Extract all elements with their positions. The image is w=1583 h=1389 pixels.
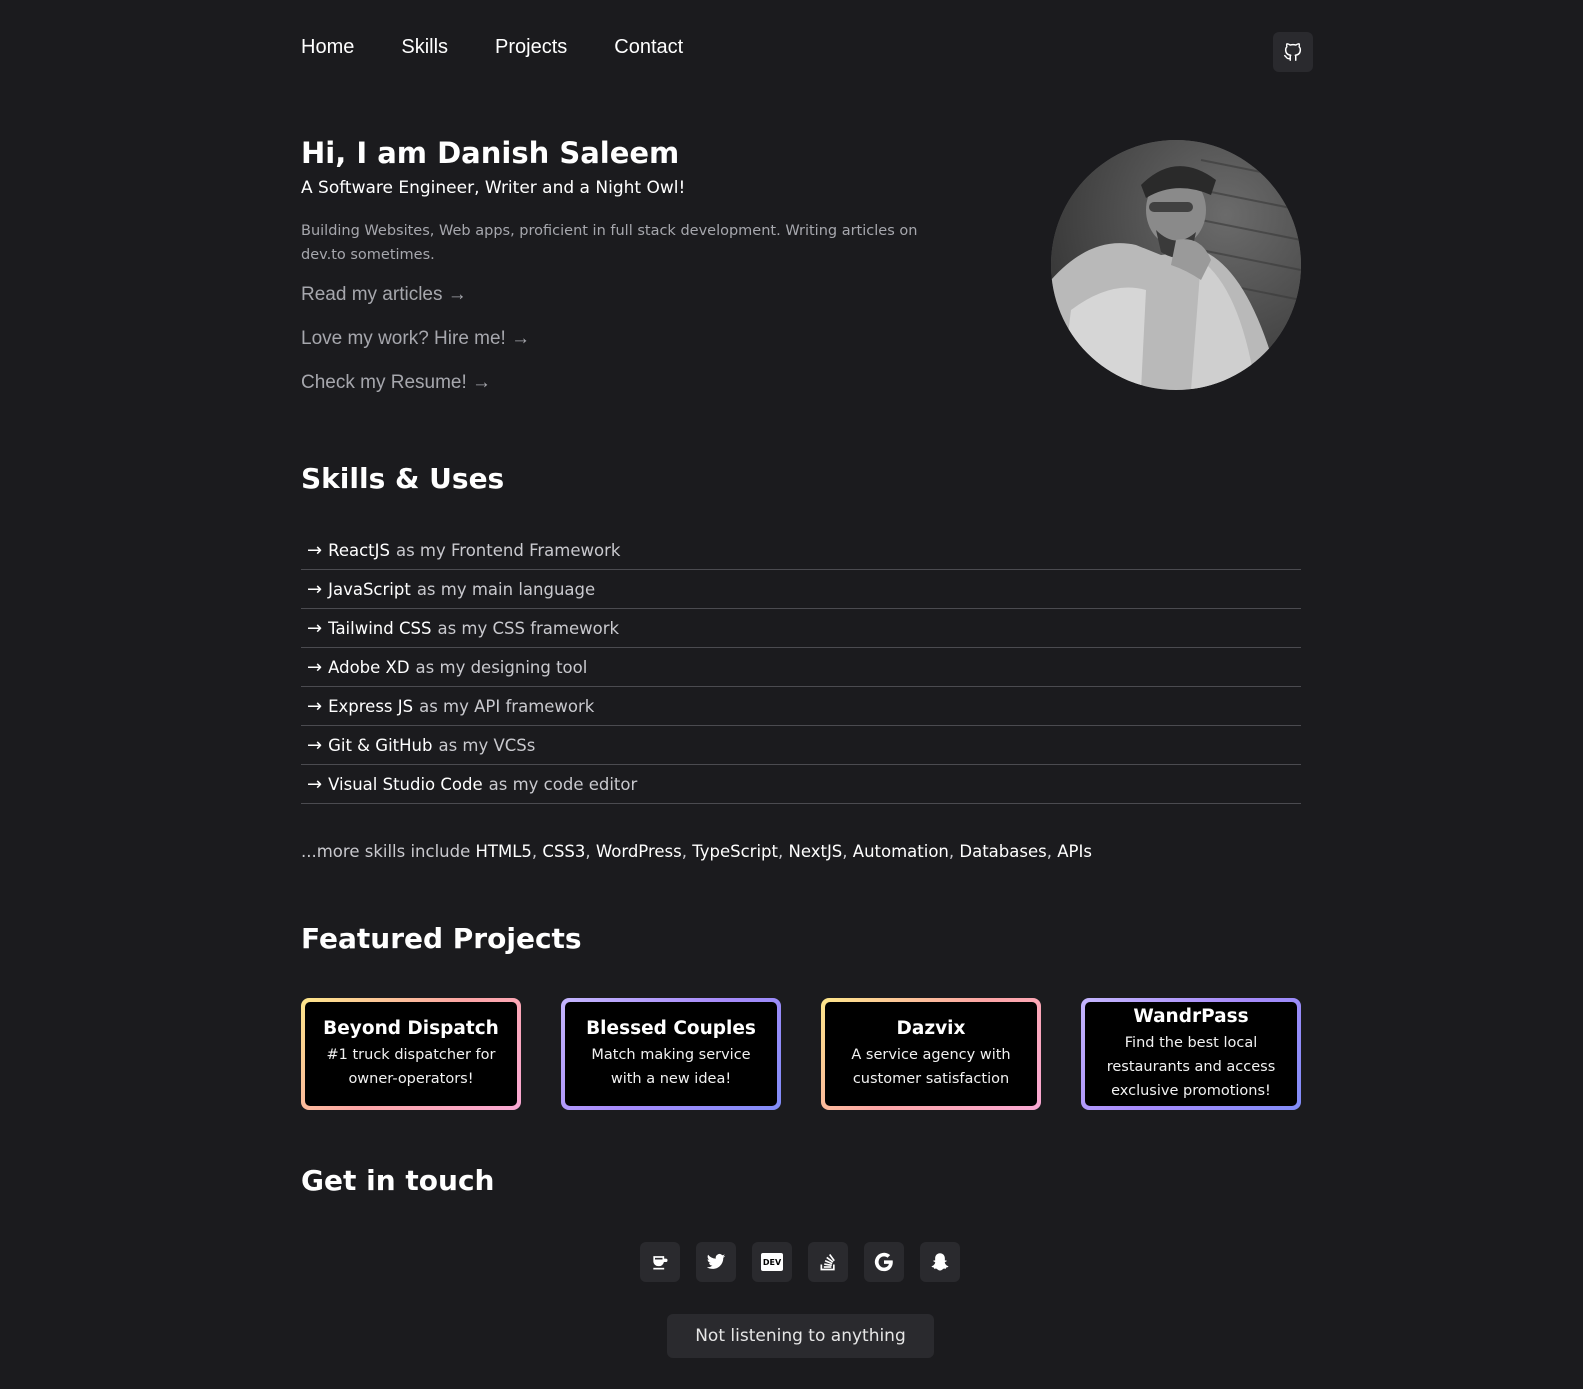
- skill-item: → Git & GitHub as my VCSs: [301, 726, 1301, 765]
- project-title: Blessed Couples: [586, 1017, 756, 1039]
- skill-name: Adobe XD: [328, 657, 410, 677]
- more-skills-prefix: ...more skills include: [301, 842, 471, 861]
- arrow-right-icon: →: [307, 695, 323, 717]
- skill-usage: as my Frontend Framework: [395, 540, 621, 560]
- project-title: Beyond Dispatch: [323, 1017, 499, 1039]
- more-skills: ...more skills include HTML5, CSS3, Word…: [301, 842, 1092, 861]
- google-icon: [874, 1252, 893, 1272]
- projects-heading: Featured Projects: [301, 922, 582, 955]
- coffee-icon: [653, 1256, 668, 1270]
- project-description: Match making service with a new idea!: [591, 1046, 751, 1087]
- social-links: DEV: [640, 1242, 960, 1282]
- project-title: WandrPass: [1133, 1005, 1249, 1027]
- github-button[interactable]: [1273, 32, 1313, 72]
- more-skill: TypeScript: [692, 842, 778, 861]
- project-card-blessed-couples[interactable]: Blessed Couples Match making service wit…: [561, 998, 781, 1110]
- skill-usage: as my API framework: [419, 696, 595, 716]
- skill-name: Git & GitHub: [328, 735, 433, 755]
- skills-list: → ReactJS as my Frontend Framework → JavaSc…: [301, 531, 1301, 804]
- more-skill: APIs: [1057, 842, 1092, 861]
- stackoverflow-link[interactable]: [808, 1242, 848, 1282]
- stackoverflow-icon: [820, 1254, 835, 1271]
- more-skill: CSS3: [542, 842, 586, 861]
- skill-usage: as my CSS framework: [437, 618, 620, 638]
- more-skill: WordPress: [595, 842, 682, 861]
- project-cards: Beyond Dispatch #1 truck dispatcher for …: [301, 998, 1301, 1110]
- dev-icon: DEV: [761, 1253, 783, 1271]
- arrow-right-icon: →: [307, 539, 323, 561]
- spotify-status-text: Not listening to anything: [695, 1326, 906, 1346]
- twitter-link[interactable]: [696, 1242, 736, 1282]
- more-skill: Automation: [852, 842, 949, 861]
- more-skill: Databases: [959, 842, 1047, 861]
- skill-name: Visual Studio Code: [328, 774, 483, 794]
- read-articles-link[interactable]: Read my articles →: [301, 284, 467, 306]
- skill-item: → ReactJS as my Frontend Framework: [301, 531, 1301, 570]
- hire-me-link[interactable]: Love my work? Hire me! →: [301, 328, 530, 350]
- skill-name: Tailwind CSS: [328, 618, 432, 638]
- arrow-right-icon: →: [307, 578, 323, 600]
- top-nav: Home Skills Projects Contact: [301, 36, 730, 59]
- hero-title: Hi, I am Danish Saleem: [301, 136, 680, 170]
- project-title: Dazvix: [896, 1017, 966, 1039]
- nav-contact[interactable]: Contact: [614, 36, 683, 59]
- hero-description: Building Websites, Web apps, proficient …: [301, 223, 918, 263]
- coffee-link[interactable]: [640, 1242, 680, 1282]
- project-card-dazvix[interactable]: Dazvix A service agency with customer sa…: [821, 998, 1041, 1110]
- snapchat-icon: [931, 1253, 949, 1271]
- skill-item: → Adobe XD as my designing tool: [301, 648, 1301, 687]
- skill-name: ReactJS: [328, 540, 390, 560]
- spotify-status: Not listening to anything: [667, 1314, 934, 1358]
- arrow-right-icon: →: [307, 734, 323, 756]
- dev-link[interactable]: DEV: [752, 1242, 792, 1282]
- project-card-beyond-dispatch[interactable]: Beyond Dispatch #1 truck dispatcher for …: [301, 998, 521, 1110]
- skill-item: → Express JS as my API framework: [301, 687, 1301, 726]
- nav-projects[interactable]: Projects: [495, 36, 567, 59]
- page: Home Skills Projects Contact Hi, I am Da…: [0, 0, 1583, 1389]
- project-description: Find the best local restaurants and acce…: [1106, 1034, 1276, 1099]
- github-icon: [1284, 43, 1302, 61]
- snapchat-link[interactable]: [920, 1242, 960, 1282]
- nav-home[interactable]: Home: [301, 36, 354, 59]
- project-description: #1 truck dispatcher for owner-operators!: [326, 1046, 496, 1087]
- skill-usage: as my VCSs: [438, 735, 536, 755]
- avatar: [1051, 140, 1301, 390]
- more-skill: NextJS: [788, 842, 843, 861]
- skill-usage: as my code editor: [488, 774, 638, 794]
- google-link[interactable]: [864, 1242, 904, 1282]
- skill-usage: as my designing tool: [415, 657, 588, 677]
- arrow-right-icon: →: [307, 617, 323, 639]
- skill-item: → Tailwind CSS as my CSS framework: [301, 609, 1301, 648]
- project-card-wandrpass[interactable]: WandrPass Find the best local restaurant…: [1081, 998, 1301, 1110]
- skill-item: → Visual Studio Code as my code editor: [301, 765, 1301, 804]
- hero-subtitle: A Software Engineer, Writer and a Night …: [301, 178, 686, 198]
- skill-name: Express JS: [328, 696, 414, 716]
- skill-usage: as my main language: [416, 579, 596, 599]
- arrow-right-icon: →: [307, 773, 323, 795]
- nav-skills[interactable]: Skills: [401, 36, 448, 59]
- contact-heading: Get in touch: [301, 1164, 495, 1197]
- skill-item: → JavaScript as my main language: [301, 570, 1301, 609]
- more-skill: HTML5: [475, 842, 532, 861]
- skill-name: JavaScript: [328, 579, 411, 599]
- twitter-icon: [706, 1254, 726, 1269]
- arrow-right-icon: →: [307, 656, 323, 678]
- skills-heading: Skills & Uses: [301, 462, 505, 495]
- project-description: A service agency with customer satisfact…: [851, 1046, 1011, 1087]
- resume-link[interactable]: Check my Resume! →: [301, 372, 491, 394]
